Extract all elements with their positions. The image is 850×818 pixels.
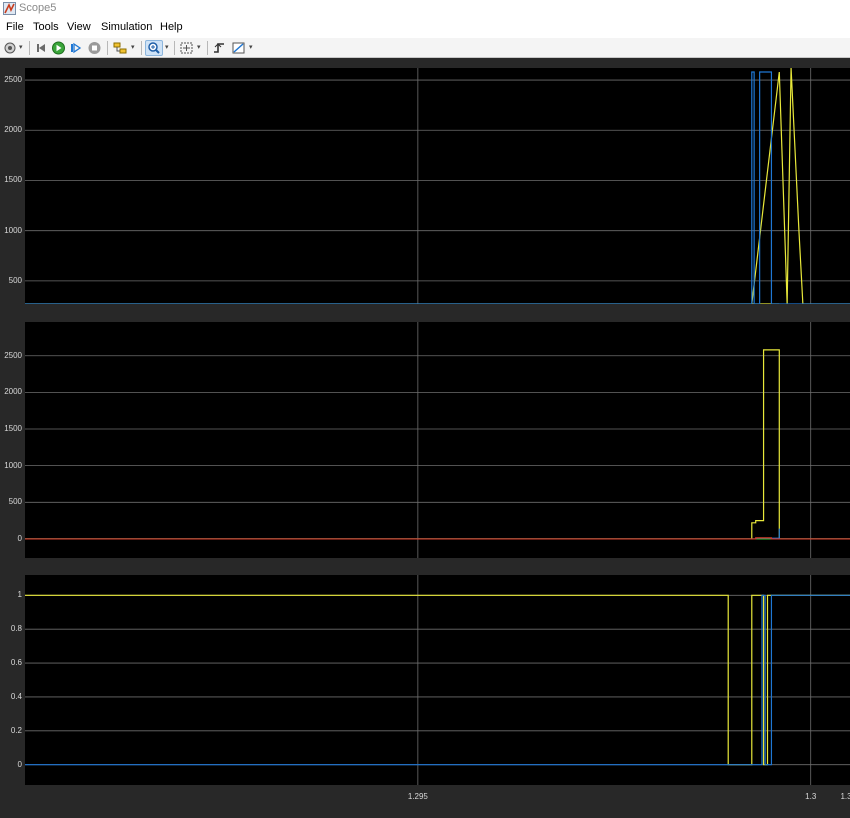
toolbar-separator xyxy=(107,41,108,55)
series-line-red xyxy=(25,537,850,540)
menu-view[interactable]: View xyxy=(67,21,91,33)
plot-2-canvas xyxy=(25,322,850,558)
step-forward-icon[interactable] xyxy=(69,40,83,56)
plot-3-canvas xyxy=(25,575,850,785)
settings-dropdown-icon[interactable]: ▾ xyxy=(19,42,25,54)
highlight-block-icon[interactable] xyxy=(113,40,128,56)
plot-1-canvas xyxy=(25,68,850,304)
title-bar: Scope5 xyxy=(0,0,850,18)
settings-icon[interactable] xyxy=(3,40,17,56)
y-tick-label: 0.8 xyxy=(10,624,22,634)
step-back-icon[interactable] xyxy=(35,40,49,56)
y-tick-label: 1000 xyxy=(4,460,22,470)
y-tick-label: 500 xyxy=(8,497,22,507)
zoom-dropdown-icon[interactable]: ▾ xyxy=(165,42,171,54)
y-tick-label: 0 xyxy=(17,759,22,769)
toolbar: ▾ ▾ ▾ ▾ ▾ xyxy=(0,38,850,58)
menu-bar: File Tools View Simulation Help xyxy=(0,18,850,38)
y-tick-label: 2000 xyxy=(4,387,22,397)
toolbar-separator xyxy=(174,41,175,55)
menu-simulation[interactable]: Simulation xyxy=(101,21,152,33)
y-tick-label: 0.6 xyxy=(10,658,22,668)
y-tick-label: 0 xyxy=(17,533,22,543)
run-icon[interactable] xyxy=(51,40,66,56)
y-tick-label: 1500 xyxy=(4,175,22,185)
plot-panel-1[interactable] xyxy=(25,68,850,304)
series-line-blue xyxy=(25,71,850,304)
toolbar-separator xyxy=(207,41,208,55)
triggers-icon[interactable] xyxy=(212,40,226,56)
toolbar-separator xyxy=(141,41,142,55)
measurements-dropdown-icon[interactable]: ▾ xyxy=(249,42,255,54)
menu-tools[interactable]: Tools xyxy=(33,21,59,33)
y-tick-label: 1 xyxy=(17,590,22,600)
y-tick-label: 2500 xyxy=(4,75,22,85)
scope-app-icon xyxy=(3,2,16,15)
series-line-yellow xyxy=(25,349,850,540)
series-line-blue xyxy=(25,594,850,766)
zoom-icon[interactable] xyxy=(145,40,163,56)
y-tick-label: 2000 xyxy=(4,125,22,135)
series-line-blue xyxy=(25,528,850,540)
scope-display: 500 1000 1500 2000 2500 0 500 1000 1500 2000 2500 0… xyxy=(0,58,850,818)
plot-panel-2[interactable] xyxy=(25,322,850,558)
y-tick-label: 500 xyxy=(8,275,22,285)
y-tick-label: 2500 xyxy=(4,350,22,360)
x-tick-label: 1.3 xyxy=(840,792,850,801)
menu-file[interactable]: File xyxy=(6,21,24,33)
fit-dropdown-icon[interactable]: ▾ xyxy=(197,42,203,54)
series-line-yellow xyxy=(25,68,850,304)
plot-panel-3[interactable] xyxy=(25,575,850,785)
y-tick-label: 1500 xyxy=(4,424,22,433)
x-tick-label: 1.3 xyxy=(805,792,817,801)
y-tick-label: 0.2 xyxy=(10,725,22,735)
measurements-icon[interactable] xyxy=(231,40,246,56)
x-tick-label: 1.295 xyxy=(407,792,428,801)
window-title: Scope5 xyxy=(19,2,57,14)
series-line-yellow xyxy=(25,594,850,766)
y-tick-label: 0.4 xyxy=(10,691,22,701)
menu-help[interactable]: Help xyxy=(160,21,183,33)
stop-icon[interactable] xyxy=(87,40,102,56)
fit-to-view-icon[interactable] xyxy=(179,40,194,56)
y-tick-label: 1000 xyxy=(4,225,22,235)
toolbar-separator xyxy=(29,41,30,55)
highlight-dropdown-icon[interactable]: ▾ xyxy=(131,42,137,54)
